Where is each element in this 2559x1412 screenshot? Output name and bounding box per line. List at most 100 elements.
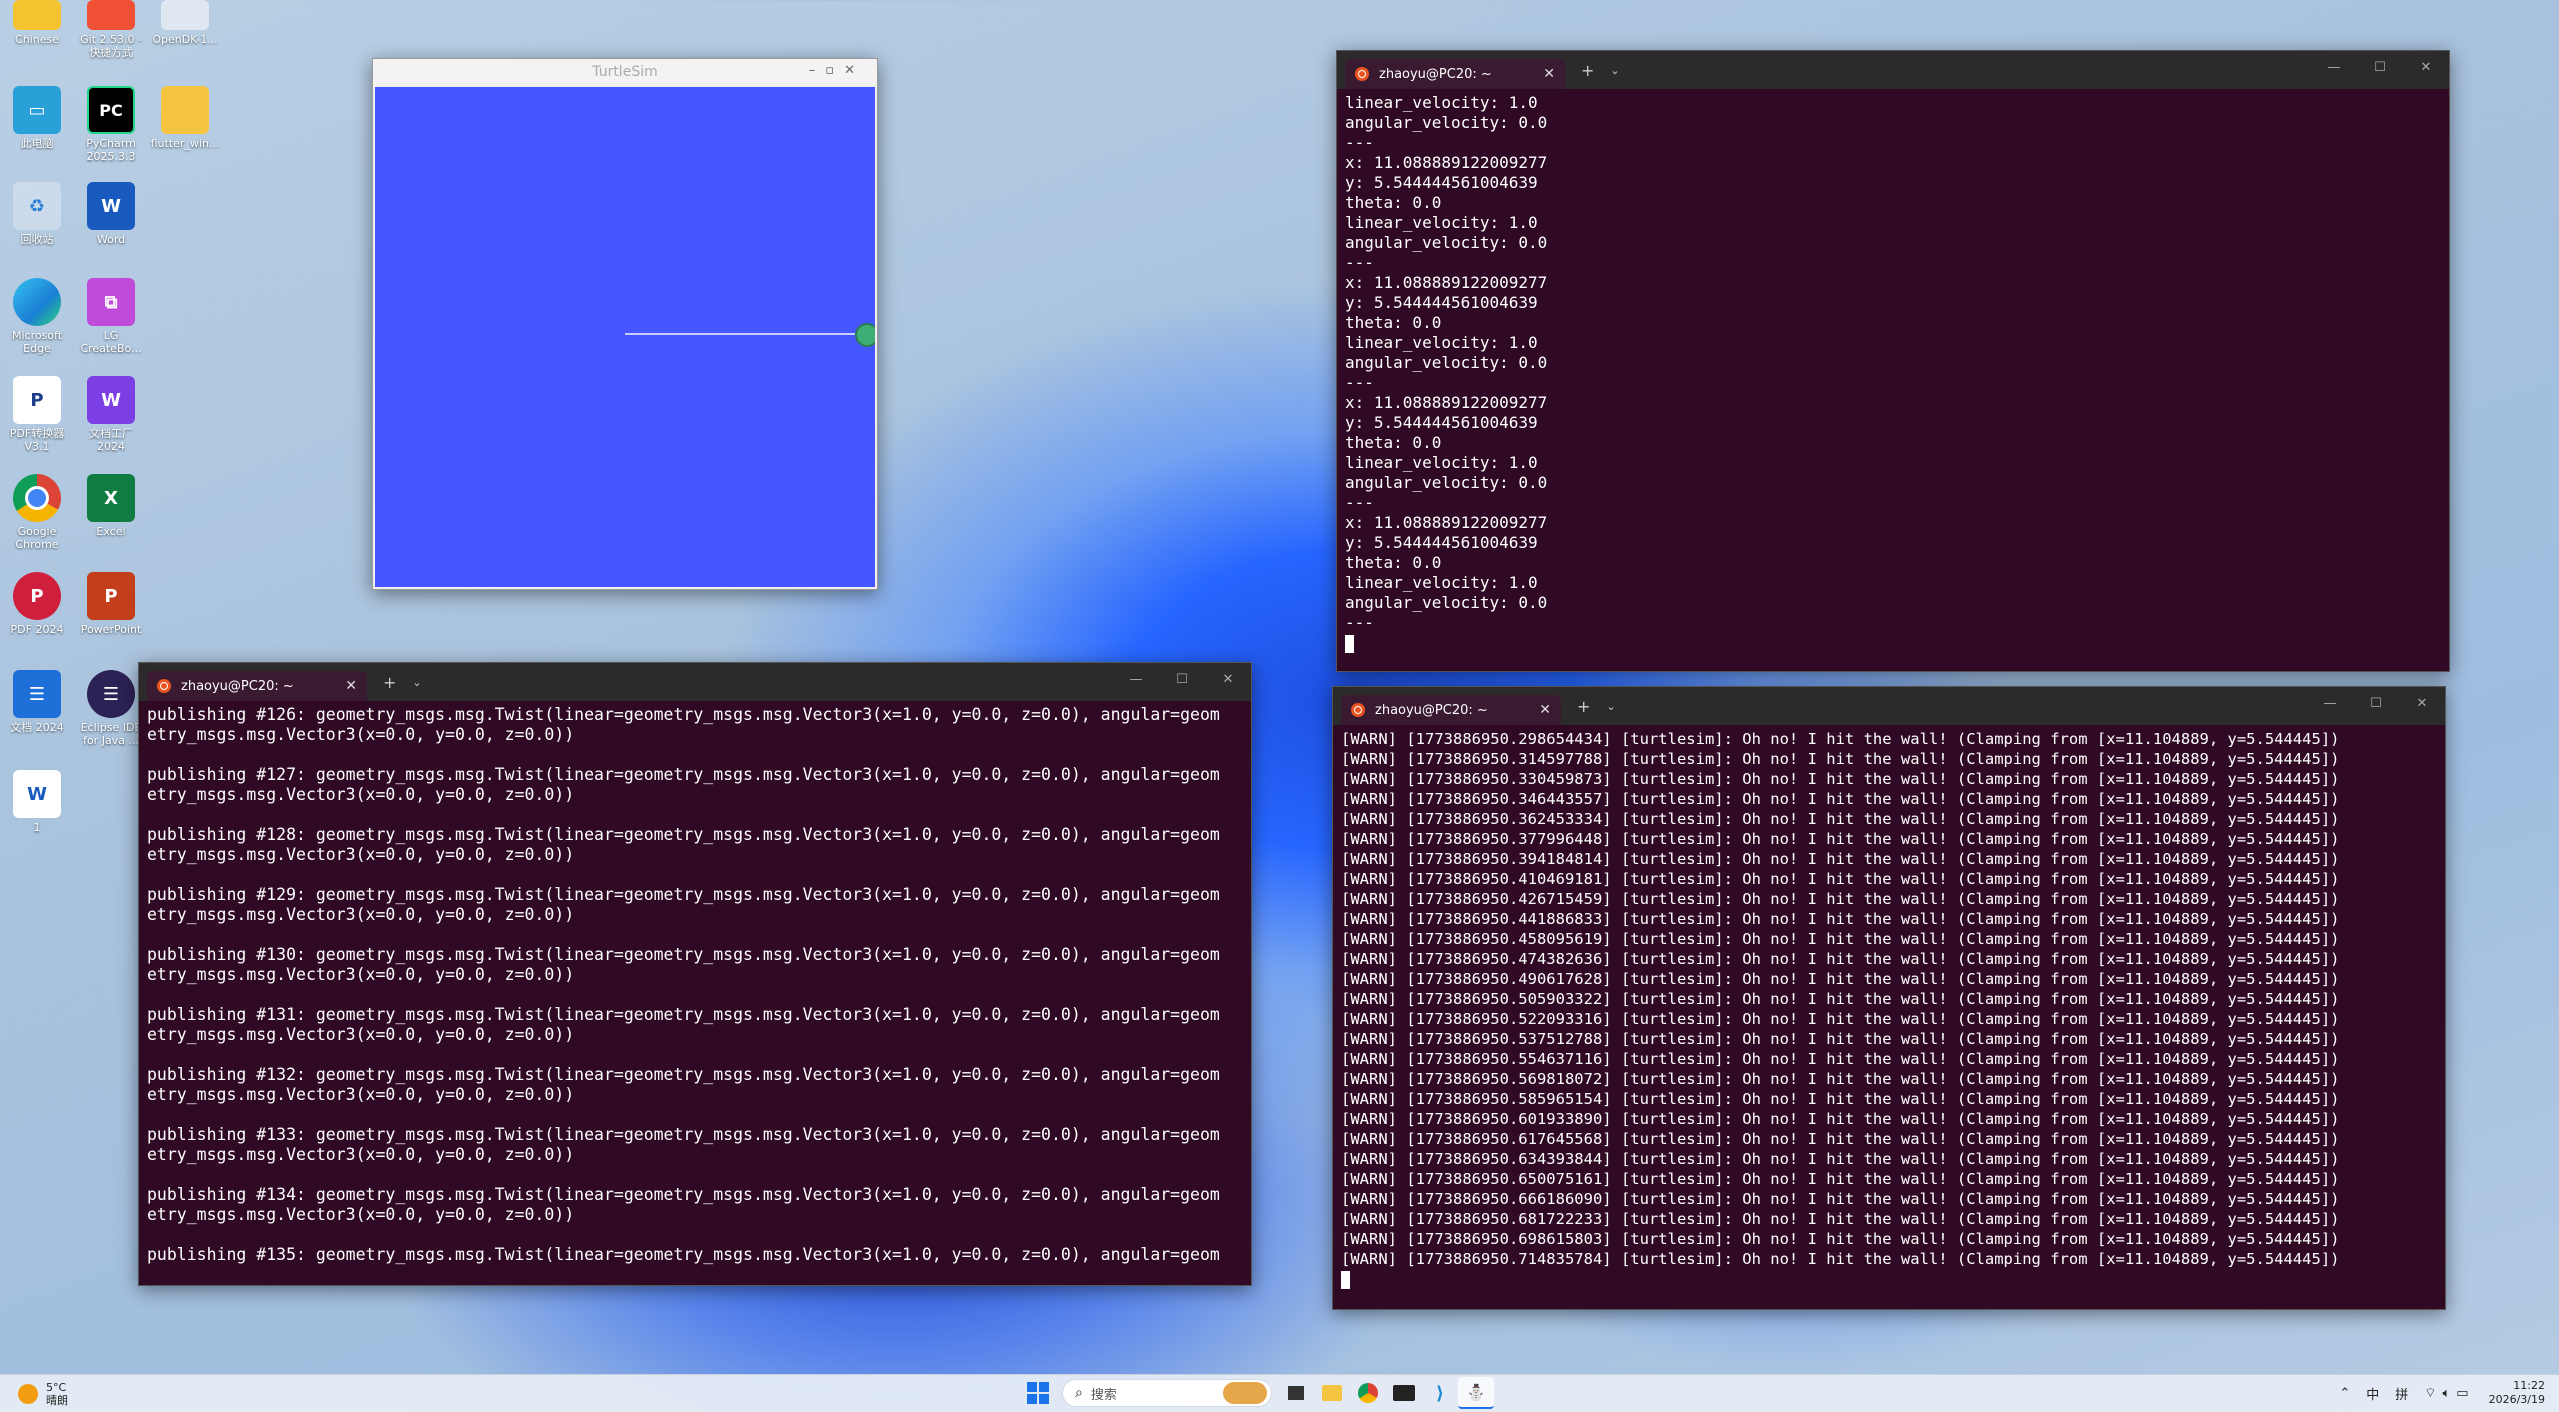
terminal-line: theta: 0.0	[1345, 433, 1442, 452]
terminal-line: publishing #132: geometry_msgs.msg.Twist…	[147, 1065, 1220, 1084]
wifi-icon[interactable]: ⌔	[2424, 1385, 2436, 1401]
terminal-window-publisher[interactable]: zhaoyu@PC20: ~ ✕ + ⌄ — ☐ ✕ publishing #1…	[138, 662, 1252, 1286]
terminal-output[interactable]: [WARN] [1773886950.298654434] [turtlesim…	[1333, 725, 2445, 1293]
terminal-line: publishing #130: geometry_msgs.msg.Twist…	[147, 945, 1220, 964]
desktop-icon-eclipse[interactable]: ☰ Eclipse IDE for Java ...	[76, 670, 146, 747]
minimize-icon[interactable]: —	[1113, 663, 1159, 695]
terminal-button[interactable]	[1386, 1377, 1422, 1409]
chevron-down-icon[interactable]: ⌄	[1606, 700, 1615, 713]
weather-widget[interactable]: 5°C 晴朗	[18, 1381, 68, 1407]
new-tab-icon[interactable]: +	[1581, 61, 1594, 80]
terminal-line: theta: 0.0	[1345, 553, 1442, 572]
ime-pinyin[interactable]: 拼	[2395, 1384, 2408, 1403]
minimize-icon[interactable]: —	[2311, 51, 2357, 83]
tab-close-icon[interactable]: ✕	[1543, 66, 1555, 82]
desktop-icon-excel[interactable]: X Excel	[76, 474, 146, 538]
terminal-line: linear_velocity: 1.0	[1345, 333, 1538, 352]
terminal-tab[interactable]: zhaoyu@PC20: ~ ✕	[1341, 695, 1561, 725]
terminal-cursor	[1345, 634, 1354, 653]
desktop-icon-pdf-2024[interactable]: P PDF 2024	[2, 572, 72, 636]
terminal-line: [WARN] [1773886950.698615803] [turtlesim…	[1341, 1230, 2340, 1248]
desktop-icon-lg-createboard[interactable]: ⧉ LG CreateBo...	[76, 278, 146, 355]
desktop-icon-chinese[interactable]: Chinese	[2, 0, 72, 46]
terminal-window-turtlesim[interactable]: zhaoyu@PC20: ~ ✕ + ⌄ — ☐ ✕ [WARN] [17738…	[1332, 686, 2446, 1310]
terminal-line: etry_msgs.msg.Vector3(x=0.0, y=0.0, z=0.…	[147, 1145, 575, 1164]
weather-temp: 5°C	[46, 1381, 67, 1394]
turtlesim-titlebar[interactable]: TurtleSim –▫✕	[373, 59, 877, 85]
chevron-down-icon[interactable]: ⌄	[412, 676, 421, 689]
folder-icon	[161, 86, 209, 134]
window-controls: — ☐ ✕	[2311, 51, 2449, 83]
battery-icon[interactable]: ▭	[2456, 1386, 2468, 1401]
terminal-output[interactable]: linear_velocity: 1.0 angular_velocity: 0.…	[1337, 89, 2449, 657]
chrome-button[interactable]	[1350, 1377, 1386, 1409]
desktop-icon-edge[interactable]: Microsoft Edge	[2, 278, 72, 355]
new-tab-icon[interactable]: +	[383, 673, 396, 692]
folder-icon	[1322, 1385, 1342, 1401]
maximize-icon[interactable]: ☐	[2353, 687, 2399, 719]
close-icon[interactable]: ✕	[2403, 51, 2449, 83]
desktop-icon-doc-factory[interactable]: W 文档工厂 2024	[76, 376, 146, 453]
maximize-icon[interactable]: ☐	[1159, 663, 1205, 695]
volume-icon[interactable]: 🔈︎	[2442, 1386, 2450, 1401]
close-icon[interactable]: ✕	[1205, 663, 1251, 695]
edge-icon	[13, 278, 61, 326]
desktop-icon-word[interactable]: W Word	[76, 182, 146, 246]
window-controls: — ☐ ✕	[2307, 687, 2445, 719]
chevron-up-icon[interactable]: ⌃	[2339, 1386, 2350, 1401]
terminal-line: publishing #128: geometry_msgs.msg.Twist…	[147, 825, 1220, 844]
windows-icon	[1027, 1382, 1049, 1404]
file-explorer-button[interactable]	[1314, 1377, 1350, 1409]
desktop-icon-powerpoint[interactable]: P PowerPoint	[76, 572, 146, 636]
ime-mode[interactable]: 中	[2366, 1384, 2379, 1403]
terminal-window-echo[interactable]: zhaoyu@PC20: ~ ✕ + ⌄ — ☐ ✕ linear_veloci…	[1336, 50, 2450, 672]
desktop-icon-pdf-converter[interactable]: P PDF转换器 V3.1	[2, 376, 72, 453]
terminal-line: publishing #127: geometry_msgs.msg.Twist…	[147, 765, 1220, 784]
terminal-line: ---	[1345, 613, 1374, 632]
desktop-icon-doc-2024[interactable]: ☰ 文档 2024	[2, 670, 72, 734]
ubuntu-icon	[157, 679, 171, 693]
terminal-tab[interactable]: zhaoyu@PC20: ~ ✕	[1345, 59, 1565, 89]
desktop-icon-flutter[interactable]: flutter_win...	[150, 86, 220, 150]
turtlesim-window-controls[interactable]: –▫✕	[809, 63, 865, 78]
desktop-icon-recycle-bin[interactable]: ♻ 回收站	[2, 182, 72, 246]
vscode-button[interactable]: ⟩	[1422, 1377, 1458, 1409]
desktop-icon-git[interactable]: Git 2.53.0 - 快捷方式	[76, 0, 146, 59]
terminal-line: [WARN] [1773886950.650075161] [turtlesim…	[1341, 1170, 2340, 1188]
terminal-titlebar[interactable]: zhaoyu@PC20: ~ ✕ + ⌄ — ☐ ✕	[1337, 51, 2449, 89]
tab-close-icon[interactable]: ✕	[345, 678, 357, 694]
desktop-icon-pycharm[interactable]: PC PyCharm 2025.3.3	[76, 86, 146, 163]
terminal-icon	[1393, 1385, 1415, 1401]
minimize-icon[interactable]: —	[2307, 687, 2353, 719]
search-box[interactable]: ⌕ 搜索	[1062, 1379, 1272, 1407]
terminal-line: y: 5.544444561004639	[1345, 173, 1538, 192]
terminal-line: angular_velocity: 0.0	[1345, 473, 1548, 492]
terminal-line: etry_msgs.msg.Vector3(x=0.0, y=0.0, z=0.…	[147, 965, 575, 984]
desktop-icon-opendk[interactable]: OpenDK-1...	[150, 0, 220, 46]
close-icon[interactable]: ✕	[2399, 687, 2445, 719]
maximize-icon[interactable]: ☐	[2357, 51, 2403, 83]
new-tab-icon[interactable]: +	[1577, 697, 1590, 716]
task-view-button[interactable]	[1278, 1377, 1314, 1409]
chevron-down-icon[interactable]: ⌄	[1610, 64, 1619, 77]
terminal-line: [WARN] [1773886950.681722233] [turtlesim…	[1341, 1210, 2340, 1228]
desktop-icon-file-1[interactable]: W 1	[2, 770, 72, 834]
start-button[interactable]	[1020, 1377, 1056, 1409]
linux-app-button[interactable]: ⛄	[1458, 1377, 1494, 1409]
terminal-line: [WARN] [1773886950.522093316] [turtlesim…	[1341, 1010, 2340, 1028]
terminal-line: etry_msgs.msg.Vector3(x=0.0, y=0.0, z=0.…	[147, 1025, 575, 1044]
terminal-tab[interactable]: zhaoyu@PC20: ~ ✕	[147, 671, 367, 701]
terminal-titlebar[interactable]: zhaoyu@PC20: ~ ✕ + ⌄ — ☐ ✕	[139, 663, 1251, 701]
terminal-line: [WARN] [1773886950.298654434] [turtlesim…	[1341, 730, 2340, 748]
terminal-titlebar[interactable]: zhaoyu@PC20: ~ ✕ + ⌄ — ☐ ✕	[1333, 687, 2445, 725]
terminal-output[interactable]: publishing #126: geometry_msgs.msg.Twist…	[139, 701, 1251, 1269]
clock[interactable]: 11:22 2026/3/19	[2489, 1379, 2545, 1407]
turtlesim-window[interactable]: TurtleSim –▫✕	[372, 58, 878, 590]
terminal-line: [WARN] [1773886950.330459873] [turtlesim…	[1341, 770, 2340, 788]
desktop-icon-chrome[interactable]: Google Chrome	[2, 474, 72, 551]
desktop-icon-this-pc[interactable]: ▭ 此电脑	[2, 86, 72, 150]
tab-close-icon[interactable]: ✕	[1539, 702, 1551, 718]
task-view-icon	[1288, 1386, 1304, 1400]
terminal-line: publishing #131: geometry_msgs.msg.Twist…	[147, 1005, 1220, 1024]
